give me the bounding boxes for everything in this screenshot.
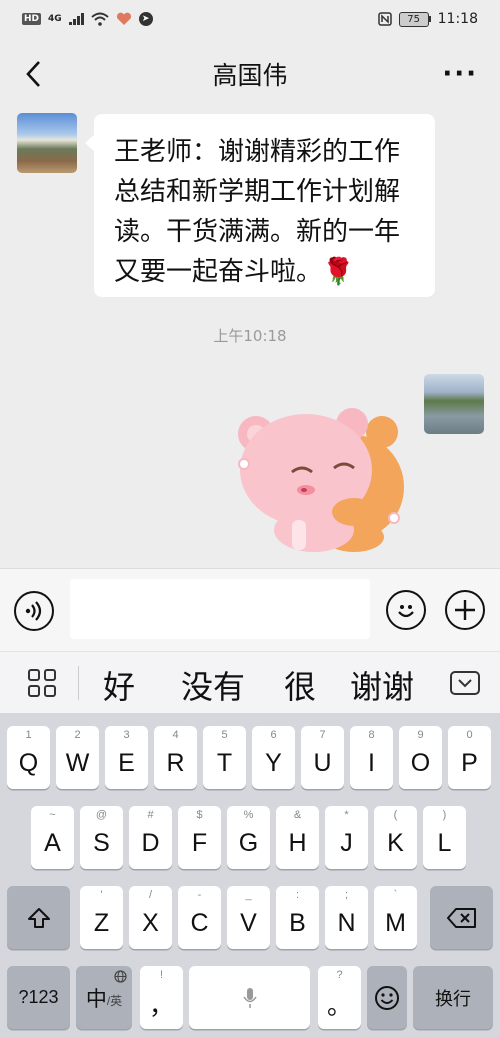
key-v[interactable]: _ V: [227, 886, 270, 949]
microphone-icon: [242, 987, 257, 1008]
key-h[interactable]: & H: [276, 806, 319, 869]
period-key[interactable]: ?。: [318, 966, 361, 1029]
candidate-separator: [78, 666, 79, 700]
key-o[interactable]: 9O: [399, 726, 442, 789]
network-type: 4G: [48, 14, 62, 24]
battery-icon: 75: [398, 11, 431, 27]
comma-key[interactable]: !，: [140, 966, 183, 1029]
shift-key[interactable]: [7, 886, 70, 949]
key-n[interactable]: ; N: [325, 886, 368, 949]
key-c[interactable]: -C: [178, 886, 221, 949]
plus-icon: [455, 600, 475, 620]
ime-candidate-bar: 好 没有 很 谢谢: [0, 651, 500, 713]
key-t[interactable]: 5T: [203, 726, 246, 789]
status-right: 75 11:18: [377, 11, 478, 27]
emoji-key[interactable]: [367, 966, 407, 1029]
key-j[interactable]: * J: [325, 806, 368, 869]
language-switch-key[interactable]: 中/英: [76, 966, 132, 1029]
candidate-word[interactable]: 没有: [181, 662, 245, 708]
status-left: HD 4G ➤: [22, 12, 153, 26]
voice-input-button[interactable]: [14, 591, 54, 631]
key-r[interactable]: 4R: [154, 726, 197, 789]
key-a[interactable]: ~ A: [31, 806, 74, 869]
heart-health-icon: [116, 12, 131, 25]
key-l[interactable]: ) L: [423, 806, 466, 869]
message-input[interactable]: [70, 579, 370, 639]
input-bar: [0, 568, 500, 651]
key-x[interactable]: / X: [129, 886, 172, 949]
clock: 11:18: [437, 11, 478, 27]
globe-icon: [114, 970, 127, 983]
candidate-word[interactable]: 谢谢: [350, 662, 414, 708]
emoji-button[interactable]: [386, 590, 426, 630]
contact-avatar[interactable]: [17, 113, 77, 173]
key-u[interactable]: 7U: [301, 726, 344, 789]
shift-icon: [27, 907, 50, 928]
lang-secondary: /英: [106, 994, 123, 1008]
key-g[interactable]: % G: [227, 806, 270, 869]
candidate-word[interactable]: 很: [284, 662, 316, 708]
backspace-icon: [446, 907, 476, 928]
key-q[interactable]: 1Q: [7, 726, 50, 789]
key-w[interactable]: 2W: [56, 726, 99, 789]
key-e[interactable]: 3E: [105, 726, 148, 789]
backspace-key[interactable]: [430, 886, 493, 949]
key-b[interactable]: :B: [276, 886, 319, 949]
bear-hug-sticker[interactable]: [234, 402, 406, 552]
key-s[interactable]: @ S: [80, 806, 123, 869]
more-options-button[interactable]: ···: [442, 61, 478, 87]
more-functions-button[interactable]: [445, 590, 485, 630]
hd-badge: HD: [22, 13, 42, 25]
ime-menu-icon[interactable]: [28, 669, 56, 697]
location-icon: ➤: [138, 12, 153, 26]
message-list[interactable]: 王老师：谢谢精彩的工作总结和新学期工作计划解读。干货满满。新的一年又要一起奋斗啦…: [0, 110, 500, 568]
collapse-keyboard-button[interactable]: [450, 671, 480, 695]
lang-primary: 中: [85, 987, 107, 1011]
key-d[interactable]: # D: [129, 806, 172, 869]
key-z[interactable]: ' Z: [80, 886, 123, 949]
battery-level: 75: [398, 11, 429, 27]
message-text: 王老师：谢谢精彩的工作总结和新学期工作计划解读。干货满满。新的一年又要一起奋斗啦…: [114, 137, 401, 287]
key-y[interactable]: 6Y: [252, 726, 295, 789]
my-avatar[interactable]: [424, 374, 484, 434]
space-key[interactable]: [189, 966, 310, 1029]
symbols-key[interactable]: ?123: [7, 966, 70, 1029]
chevron-left-icon: [26, 61, 40, 87]
key-f[interactable]: $ F: [178, 806, 221, 869]
smiley-icon: [375, 985, 399, 1010]
key-i[interactable]: 8I: [350, 726, 393, 789]
chat-header: 高国伟 ···: [0, 38, 500, 110]
back-button[interactable]: [18, 58, 48, 90]
status-bar: HD 4G ➤ 75 11:18: [0, 0, 500, 38]
message-timestamp: 上午10:18: [213, 327, 287, 345]
voice-icon: [25, 601, 42, 621]
key-p[interactable]: 0P: [448, 726, 491, 789]
message-bubble[interactable]: 王老师：谢谢精彩的工作总结和新学期工作计划解读。干货满满。新的一年又要一起奋斗啦…: [85, 114, 435, 297]
wifi-icon: [91, 12, 109, 26]
chat-title: 高国伟: [212, 61, 288, 90]
chevron-down-icon: [458, 679, 472, 688]
smiley-icon: [398, 605, 414, 618]
enter-key[interactable]: 换行: [413, 966, 493, 1029]
candidate-word[interactable]: 好: [103, 662, 135, 708]
signal-icon: [68, 13, 84, 25]
key-k[interactable]: (K: [374, 806, 417, 869]
keyboard: 1Q 2W 3E 4R 5T 6Y 7U 8I 9O 0P ~ A @ S # D $…: [0, 713, 500, 1037]
nfc-icon: [377, 12, 392, 26]
key-m[interactable]: ` M: [374, 886, 417, 949]
